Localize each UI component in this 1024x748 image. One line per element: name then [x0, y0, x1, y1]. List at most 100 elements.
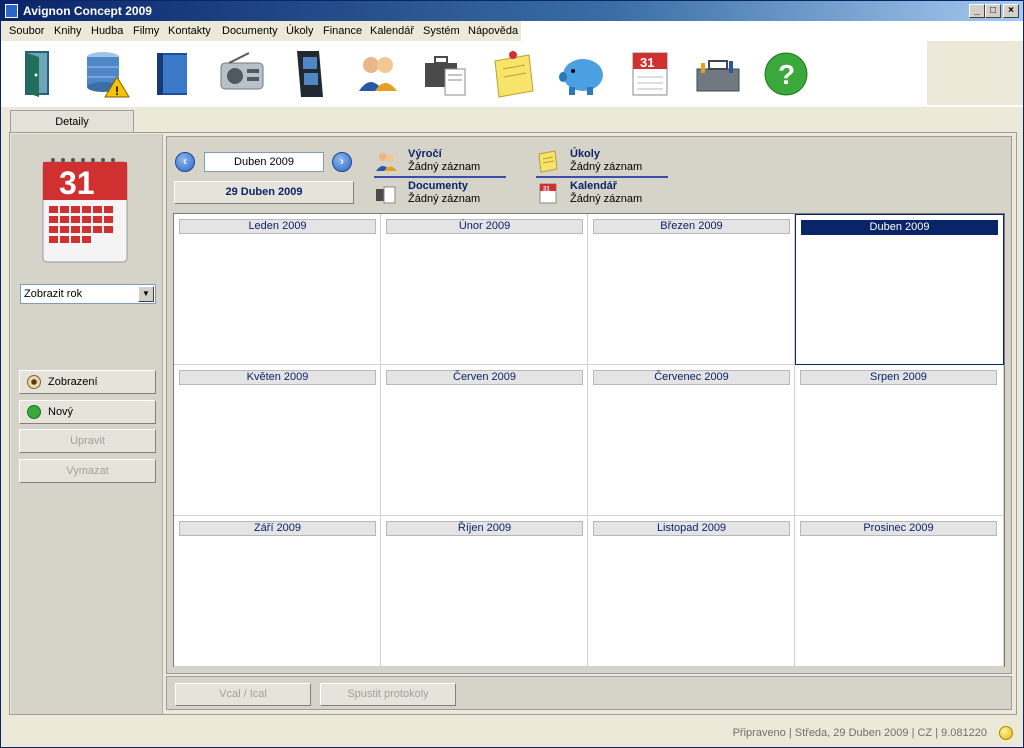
film-icon[interactable]: [283, 47, 337, 101]
briefcase-documents-icon[interactable]: [419, 47, 473, 101]
info-anniversary[interactable]: Výročí Žádný záznam: [374, 147, 504, 175]
month-cell[interactable]: Září 2009: [174, 516, 381, 667]
menu-system[interactable]: Systém: [423, 25, 460, 37]
calendar-large-icon: 31: [35, 148, 135, 268]
month-field[interactable]: Duben 2009: [204, 152, 324, 172]
menu-hudba[interactable]: Hudba: [91, 25, 123, 37]
database-warning-icon[interactable]: !: [79, 47, 133, 101]
info-anniversary-sub: Žádný záznam: [408, 161, 481, 173]
calendar-icon[interactable]: 31: [623, 47, 677, 101]
month-cell[interactable]: Srpen 2009: [795, 365, 1004, 516]
left-panel: 31 Zobrazit rok ▼ Zobrazení Nový Upravit…: [11, 134, 163, 714]
month-cell-selected[interactable]: Duben 2009: [795, 214, 1004, 365]
svg-text:?: ?: [778, 59, 795, 90]
info-calendar-sub: Žádný záznam: [570, 193, 643, 205]
info-documents-title: Documenty: [408, 180, 468, 192]
menu-bar-filler: [521, 21, 1023, 41]
door-exit-icon[interactable]: [11, 47, 65, 101]
menu-documenty[interactable]: Documenty: [222, 25, 278, 37]
calendar-small-icon: 31: [539, 183, 557, 204]
delete-button[interactable]: Vymazat: [19, 459, 156, 483]
month-cell[interactable]: Únor 2009: [381, 214, 588, 365]
documents-icon: [376, 186, 396, 204]
minimize-button[interactable]: _: [969, 4, 985, 18]
info-documents[interactable]: Documenty Žádný záznam: [374, 179, 504, 207]
month-cell[interactable]: Prosinec 2009: [795, 516, 1004, 667]
month-cell[interactable]: Květen 2009: [174, 365, 381, 516]
month-header: Prosinec 2009: [800, 521, 997, 536]
maximize-button[interactable]: □: [985, 4, 1001, 18]
month-header: Říjen 2009: [386, 521, 583, 536]
month-header: Duben 2009: [801, 220, 998, 235]
tasks-icon: [538, 150, 558, 173]
month-cell[interactable]: Listopad 2009: [588, 516, 795, 667]
month-cell[interactable]: Červen 2009: [381, 365, 588, 516]
menu-ukoly[interactable]: Úkoly: [286, 25, 314, 37]
status-bar: Připraveno | Středa, 29 Duben 2009 | CZ …: [1, 719, 1023, 747]
close-button[interactable]: ×: [1003, 4, 1019, 18]
anniversary-icon: [376, 153, 397, 171]
calendar-panel: ‹ Duben 2009 › 29 Duben 2009 Výročí Žádn…: [166, 136, 1012, 674]
month-header: Srpen 2009: [800, 370, 997, 385]
view-button-label: Zobrazení: [48, 376, 98, 388]
title-bar: Avignon Concept 2009 _ □ ×: [1, 1, 1023, 21]
run-protocols-button[interactable]: Spustit protokoly: [320, 683, 456, 706]
month-cell[interactable]: Říjen 2009: [381, 516, 588, 667]
menu-napoveda[interactable]: Nápověda: [468, 25, 518, 37]
year-grid: Leden 2009 Únor 2009 Březen 2009 Duben 2…: [173, 213, 1005, 667]
info-anniversary-title: Výročí: [408, 148, 442, 160]
vcal-button[interactable]: Vcal / Ical: [175, 683, 311, 706]
month-header: Červenec 2009: [593, 370, 790, 385]
next-month-button[interactable]: ›: [332, 152, 352, 172]
view-select-value: Zobrazit rok: [24, 288, 83, 300]
svg-text:!: !: [115, 84, 119, 98]
menu-filmy[interactable]: Filmy: [133, 25, 159, 37]
menu-knihy[interactable]: Knihy: [54, 25, 82, 37]
add-icon: [27, 405, 41, 419]
chevron-down-icon[interactable]: ▼: [138, 286, 154, 302]
today-button[interactable]: 29 Duben 2009: [174, 181, 354, 204]
toolbar-filler: [927, 41, 1023, 105]
radio-icon[interactable]: [215, 47, 269, 101]
month-header: Září 2009: [179, 521, 376, 536]
app-window: Avignon Concept 2009 _ □ × Soubor Knihy …: [0, 0, 1024, 748]
info-calendar-title: Kalendář: [570, 180, 618, 192]
prev-month-button[interactable]: ‹: [175, 152, 195, 172]
new-button[interactable]: Nový: [19, 400, 156, 424]
menu-kalendar[interactable]: Kalendář: [370, 25, 414, 37]
month-header: Březen 2009: [593, 219, 790, 234]
eye-icon: [27, 375, 41, 389]
toolbox-icon[interactable]: [691, 47, 745, 101]
menu-finance[interactable]: Finance: [323, 25, 362, 37]
toolbar: ! 31 ?: [1, 41, 1023, 107]
month-header: Červen 2009: [386, 370, 583, 385]
view-button[interactable]: Zobrazení: [19, 370, 156, 394]
status-text: Připraveno | Středa, 29 Duben 2009 | CZ …: [732, 727, 987, 739]
tab-details[interactable]: Detaily: [10, 110, 134, 133]
book-icon[interactable]: [147, 47, 201, 101]
help-icon[interactable]: ?: [759, 47, 813, 101]
notes-icon[interactable]: [487, 47, 541, 101]
divider: [536, 176, 668, 178]
bottom-toolbar: Vcal / Ical Spustit protokoly: [166, 676, 1012, 710]
menu-kontakty[interactable]: Kontakty: [168, 25, 211, 37]
info-tasks[interactable]: Úkoly Žádný záznam: [536, 147, 666, 175]
menu-soubor[interactable]: Soubor: [9, 25, 44, 37]
month-header: Leden 2009: [179, 219, 376, 234]
info-calendar[interactable]: 31 Kalendář Žádný záznam: [536, 179, 666, 207]
view-select[interactable]: Zobrazit rok ▼: [20, 284, 156, 304]
piggy-bank-icon[interactable]: [555, 47, 609, 101]
divider: [374, 176, 506, 178]
month-cell[interactable]: Březen 2009: [588, 214, 795, 365]
contacts-icon[interactable]: [351, 47, 405, 101]
month-header: Únor 2009: [386, 219, 583, 234]
content-area: 31 Zobrazit rok ▼ Zobrazení Nový Upravit…: [9, 132, 1017, 715]
month-cell[interactable]: Červenec 2009: [588, 365, 795, 516]
tab-strip: Detaily: [1, 107, 1023, 133]
month-cell[interactable]: Leden 2009: [174, 214, 381, 365]
edit-button[interactable]: Upravit: [19, 429, 156, 453]
info-documents-sub: Žádný záznam: [408, 193, 481, 205]
window-title: Avignon Concept 2009: [23, 4, 152, 18]
new-button-label: Nový: [48, 406, 74, 418]
info-tasks-title: Úkoly: [570, 148, 600, 160]
